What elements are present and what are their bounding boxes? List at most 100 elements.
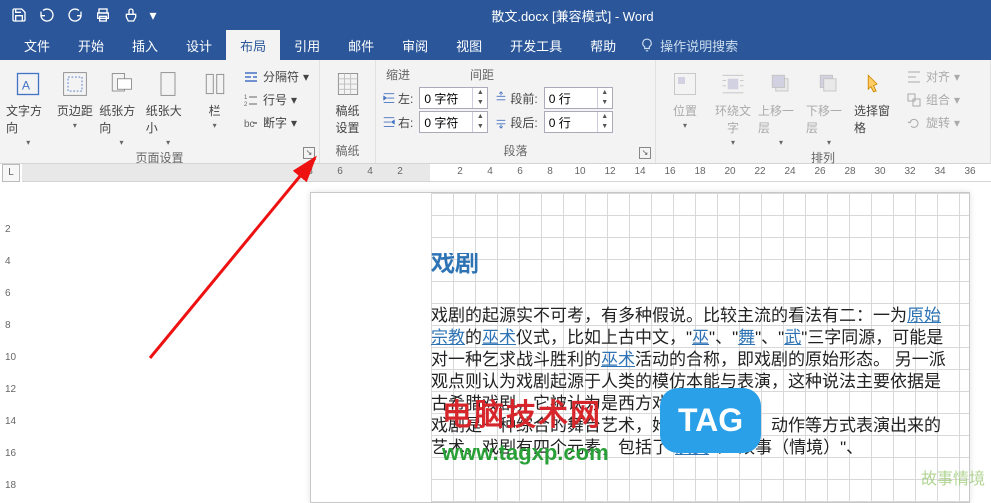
link-martial[interactable]: 武 [784, 328, 801, 347]
page-setup-launcher[interactable]: ↘ [303, 147, 315, 159]
svg-text:bc: bc [244, 119, 255, 130]
text-direction-icon: A [14, 70, 42, 98]
tab-developer[interactable]: 开发工具 [496, 30, 576, 60]
group-paragraph: 缩进 间距 左: ▲▼ 段前: ▲▼ 右: ▲▼ 段后: ▲▼ 段落 ↘ [376, 60, 656, 163]
document-page: 戏剧 戏剧的起源实不可考，有多种假说。比较主流的看法有二：一为原始宗教的巫术仪式… [310, 192, 970, 503]
rotate-icon [906, 115, 922, 131]
rotate-button[interactable]: 旋转 ▾ [902, 112, 964, 133]
margins-icon [61, 70, 89, 98]
indent-left-input[interactable] [420, 91, 472, 105]
tell-me-search[interactable]: 操作说明搜索 [640, 30, 738, 60]
spin-down[interactable]: ▼ [598, 122, 612, 132]
ribbon-tabs: 文件 开始 插入 设计 布局 引用 邮件 审阅 视图 开发工具 帮助 操作说明搜… [0, 30, 991, 60]
spacing-after-spinner[interactable]: ▲▼ [544, 111, 613, 133]
qat-customize[interactable]: ▾ [146, 2, 160, 28]
touch-mode-button[interactable] [118, 2, 144, 28]
spin-up[interactable]: ▲ [598, 88, 612, 98]
ribbon: A 文字方向▾ 页边距▾ 纸张方向▾ 纸张大小▾ 栏▾ 分隔符 ▾ 12行号 [0, 60, 991, 164]
svg-text:1: 1 [244, 95, 248, 101]
tab-home[interactable]: 开始 [64, 30, 118, 60]
selection-pane-icon [863, 70, 891, 98]
watermark-tag: TAG [660, 388, 761, 453]
doc-heading: 戏剧 [431, 253, 957, 275]
tab-help[interactable]: 帮助 [576, 30, 630, 60]
spacing-after-input[interactable] [545, 115, 597, 129]
svg-text:2: 2 [244, 102, 248, 108]
breaks-button[interactable]: 分隔符 ▾ [239, 66, 313, 87]
group-label-manuscript: 稿纸 [326, 140, 369, 161]
tab-references[interactable]: 引用 [280, 30, 334, 60]
spin-down[interactable]: ▼ [473, 98, 487, 108]
indent-right-input[interactable] [420, 115, 472, 129]
title-bar: ▾ 散文.docx [兼容模式] - Word [0, 0, 991, 30]
selection-pane-button[interactable]: 选择窗格 [854, 64, 900, 136]
spin-up[interactable]: ▲ [473, 88, 487, 98]
backward-icon [815, 70, 843, 98]
svg-text:A: A [22, 78, 31, 92]
breaks-icon [243, 69, 259, 85]
send-backward-button[interactable]: 下移一层▾ [806, 64, 852, 147]
line-numbers-button[interactable]: 12行号 ▾ [239, 89, 313, 110]
spacing-before-input[interactable] [545, 91, 597, 105]
spacing-before-icon [494, 91, 508, 105]
columns-icon [201, 70, 229, 98]
hyphenation-icon: bc [243, 115, 259, 131]
forward-icon [767, 70, 795, 98]
columns-button[interactable]: 栏▾ [192, 64, 237, 130]
orientation-icon [107, 70, 135, 98]
indent-right-spinner[interactable]: ▲▼ [419, 111, 488, 133]
manuscript-icon [334, 70, 362, 98]
spin-up[interactable]: ▲ [473, 112, 487, 122]
tab-file[interactable]: 文件 [10, 30, 64, 60]
tab-view[interactable]: 视图 [442, 30, 496, 60]
paragraph-launcher[interactable]: ↘ [639, 147, 651, 159]
indent-left-icon [382, 91, 396, 105]
vertical-ruler[interactable]: 24681012141618 [2, 184, 20, 503]
spin-down[interactable]: ▼ [598, 98, 612, 108]
spin-up[interactable]: ▲ [598, 112, 612, 122]
spacing-before-spinner[interactable]: ▲▼ [544, 87, 613, 109]
group-page-setup: A 文字方向▾ 页边距▾ 纸张方向▾ 纸张大小▾ 栏▾ 分隔符 ▾ 12行号 [0, 60, 320, 163]
tab-design[interactable]: 设计 [172, 30, 226, 60]
tab-review[interactable]: 审阅 [388, 30, 442, 60]
quick-print-button[interactable] [90, 2, 116, 28]
text-direction-button[interactable]: A 文字方向▾ [6, 64, 51, 147]
indent-header: 缩进 [386, 66, 410, 83]
orientation-button[interactable]: 纸张方向▾ [99, 64, 144, 147]
link-witchcraft[interactable]: 巫术 [482, 328, 516, 347]
manuscript-settings-button[interactable]: 稿纸 设置 [326, 64, 369, 136]
link-wu[interactable]: 巫 [692, 328, 709, 347]
spacing-header: 间距 [470, 66, 494, 83]
position-button[interactable]: 位置▾ [662, 64, 708, 130]
indent-left-spinner[interactable]: ▲▼ [419, 87, 488, 109]
link-dance[interactable]: 舞 [738, 328, 755, 347]
hyphenation-button[interactable]: bc断字 ▾ [239, 112, 313, 133]
horizontal-ruler[interactable]: 864224681012141618202224262830323436 [22, 164, 991, 182]
touch-icon [123, 7, 139, 23]
tab-layout[interactable]: 布局 [226, 30, 280, 60]
align-button[interactable]: 对齐 ▾ [902, 66, 964, 87]
watermark-cn: 电脑技术网 [442, 390, 602, 434]
margins-button[interactable]: 页边距▾ [53, 64, 98, 130]
tab-selector[interactable]: L [2, 164, 20, 182]
spin-down[interactable]: ▼ [473, 122, 487, 132]
window-title: 散文.docx [兼容模式] - Word [160, 6, 985, 25]
bring-forward-button[interactable]: 上移一层▾ [758, 64, 804, 147]
tab-insert[interactable]: 插入 [118, 30, 172, 60]
redo-button[interactable] [62, 2, 88, 28]
position-icon [671, 70, 699, 98]
wrap-icon [719, 70, 747, 98]
tab-mailings[interactable]: 邮件 [334, 30, 388, 60]
page-size-icon [154, 70, 182, 98]
group-objects-button[interactable]: 组合 ▾ [902, 89, 964, 110]
save-button[interactable] [6, 2, 32, 28]
link-witchcraft2[interactable]: 巫术 [601, 350, 635, 369]
wrap-text-button[interactable]: 环绕文 字▾ [710, 64, 756, 147]
redo-icon [67, 7, 83, 23]
line-numbers-icon: 12 [243, 92, 259, 108]
align-icon [906, 69, 922, 85]
size-button[interactable]: 纸张大小▾ [146, 64, 191, 147]
print-icon [95, 7, 111, 23]
indent-right-icon [382, 115, 396, 129]
undo-button[interactable] [34, 2, 60, 28]
